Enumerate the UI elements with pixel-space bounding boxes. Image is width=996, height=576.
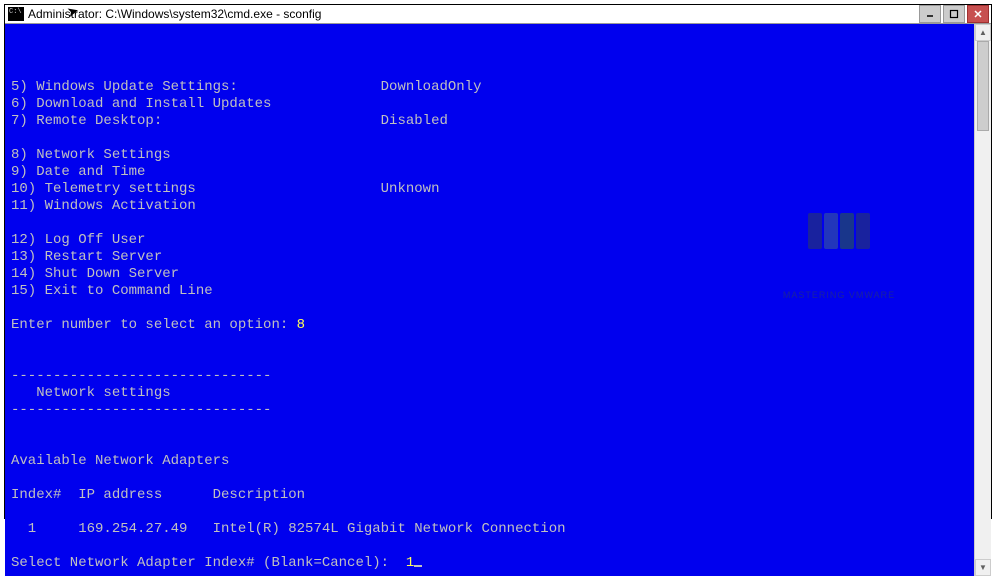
window-controls xyxy=(919,5,991,23)
scroll-down-button[interactable]: ▼ xyxy=(975,559,991,576)
server-icon xyxy=(824,213,838,249)
watermark: MASTERING VMWARE xyxy=(759,179,919,338)
minimize-button[interactable] xyxy=(919,5,941,23)
server-icon xyxy=(808,213,822,249)
scroll-up-button[interactable]: ▲ xyxy=(975,24,991,41)
console-output[interactable]: MASTERING VMWARE 5) Windows Update Setti… xyxy=(5,24,974,576)
select-adapter-prompt: Select Network Adapter Index# (Blank=Can… xyxy=(11,555,422,571)
maximize-button[interactable] xyxy=(943,5,965,23)
text-cursor xyxy=(414,565,422,567)
server-icon xyxy=(856,213,870,249)
select-option-prompt: Enter number to select an option: 8 xyxy=(11,317,305,333)
server-icon xyxy=(840,213,854,249)
content-wrapper: MASTERING VMWARE 5) Windows Update Setti… xyxy=(5,24,991,576)
prompt-input-value: 8 xyxy=(297,317,305,333)
scroll-thumb[interactable] xyxy=(977,41,989,131)
cmd-icon xyxy=(8,7,24,21)
scroll-track[interactable] xyxy=(975,41,991,559)
titlebar: Administrator: C:\Windows\system32\cmd.e… xyxy=(5,5,991,24)
console-text: 5) Windows Update Settings: DownloadOnly… xyxy=(11,79,566,571)
cmd-window: ➤ Administrator: C:\Windows\system32\cmd… xyxy=(4,4,992,519)
prompt-input-value: 1 xyxy=(406,555,414,571)
vertical-scrollbar[interactable]: ▲ ▼ xyxy=(974,24,991,576)
watermark-text: MASTERING VMWARE xyxy=(759,287,919,304)
window-title: Administrator: C:\Windows\system32\cmd.e… xyxy=(28,7,919,21)
close-button[interactable] xyxy=(967,5,989,23)
